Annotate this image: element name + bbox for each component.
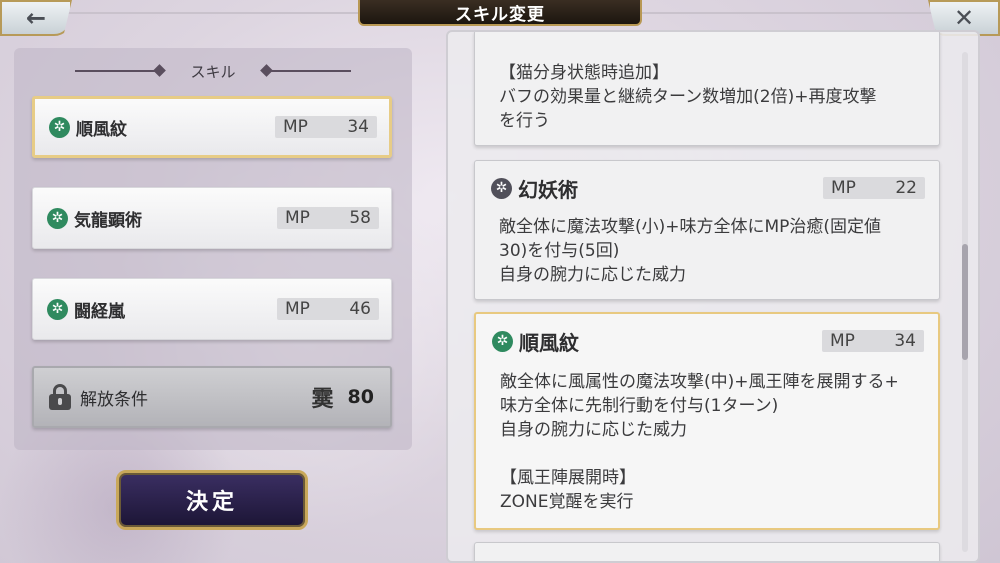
unlock-requirement-value: 80	[347, 386, 374, 408]
skill-detail-header: ✲ 幻妖術 MP 22	[491, 175, 925, 202]
locked-skill-slot[interactable]: 解放条件 霙 80	[32, 366, 392, 428]
skill-item-tokeiran[interactable]: ✲ 闘経嵐 MP 46	[32, 278, 392, 340]
crystal-icon: 霙	[311, 387, 334, 412]
skill-detail-header: ✲ 順風紋 MP 34	[492, 328, 924, 355]
scrollbar-thumb[interactable]	[962, 244, 968, 360]
desc-line: バフの効果量と継続ターン数増加(2倍)+再度攻撃	[499, 87, 877, 107]
skill-item-junpumon[interactable]: ✲ 順風紋 MP 34	[32, 96, 392, 158]
skill-item-kiryukenjutsu[interactable]: ✲ 気龍顕術 MP 58	[32, 187, 392, 249]
desc-line	[500, 442, 924, 466]
mp-label: MP	[831, 178, 856, 198]
mp-cost: MP 58	[277, 207, 379, 229]
header-ornament-left	[75, 70, 161, 72]
wind-skill-icon: ✲	[49, 116, 70, 138]
skill-description: 【猫分身状態時追加】 バフの効果量と継続ターン数増加(2倍)+再度攻撃 を行う	[499, 61, 925, 133]
desc-line: ZONE覚醒を実行	[500, 492, 634, 512]
mp-cost: MP 34	[822, 330, 924, 352]
skill-detail-card: 【猫分身状態時追加】 バフの効果量と継続ターン数増加(2倍)+再度攻撃 を行う	[474, 32, 940, 146]
mp-label: MP	[285, 299, 310, 319]
skill-description: 敵全体に風属性の魔法攻撃(中)+風王陣を展開する+ 味方全体に先制行動を付与(1…	[500, 370, 924, 514]
desc-line: 自身の腕力に応じた威力	[500, 420, 687, 440]
wind-skill-icon: ✲	[492, 330, 513, 352]
skill-name: 闘経嵐	[74, 301, 125, 322]
header-ornament-right	[265, 70, 351, 72]
mp-cost: MP 22	[823, 177, 925, 199]
desc-line: を行う	[499, 111, 550, 131]
skill-description: 敵全体に魔法攻撃(小)+味方全体にMP治癒(固定値 30)を付与(5回) 自身の…	[499, 215, 925, 287]
mp-label: MP	[285, 208, 310, 228]
neutral-skill-icon: ✲	[491, 177, 512, 199]
back-arrow-icon: ←	[25, 4, 47, 32]
mp-label: MP	[830, 331, 855, 351]
desc-line: 30)を付与(5回)	[499, 241, 620, 261]
mp-value: 46	[349, 299, 371, 319]
unlock-condition-label: 解放条件	[80, 389, 148, 410]
skill-detail-card-selected: ✲ 順風紋 MP 34 敵全体に風属性の魔法攻撃(中)+風王陣を展開する+ 味方…	[474, 312, 940, 530]
skill-list-header: スキル	[14, 58, 412, 84]
mp-cost: MP 46	[277, 298, 379, 320]
mp-value: 22	[895, 178, 917, 198]
wind-skill-icon: ✲	[47, 207, 68, 229]
page-title: スキル変更	[358, 0, 642, 26]
desc-line: 敵全体に風属性の魔法攻撃(中)+風王陣を展開する+	[500, 372, 899, 392]
mp-label: MP	[283, 117, 308, 137]
desc-line: 【猫分身状態時追加】	[499, 63, 669, 83]
lock-icon	[48, 384, 72, 410]
skill-list-title: スキル	[190, 62, 236, 81]
mp-value: 34	[347, 117, 369, 137]
desc-line: 自身の腕力に応じた威力	[499, 265, 686, 285]
back-button[interactable]: ←	[0, 0, 72, 36]
skill-detail-card: ✲ 幻妖術 MP 22 敵全体に魔法攻撃(小)+味方全体にMP治癒(固定値 30…	[474, 160, 940, 300]
skill-detail-card	[474, 542, 940, 561]
skill-name: 順風紋	[76, 119, 127, 140]
mp-value: 58	[349, 208, 371, 228]
wind-skill-icon: ✲	[47, 298, 68, 320]
skill-name: 気龍顕術	[74, 210, 142, 231]
skill-name: 順風紋	[519, 330, 579, 355]
desc-line: 【風王陣展開時】	[500, 468, 636, 488]
desc-line: 敵全体に魔法攻撃(小)+味方全体にMP治癒(固定値	[499, 217, 882, 237]
desc-line: 味方全体に先制行動を付与(1ターン)	[500, 396, 779, 416]
confirm-button[interactable]: 決定	[116, 470, 308, 530]
skill-name: 幻妖術	[518, 177, 578, 202]
mp-cost: MP 34	[275, 116, 377, 138]
close-icon: ✕	[953, 4, 975, 32]
skill-list-panel: スキル ✲ 順風紋 MP 34 ✲ 気龍顕術 MP 58 ✲ 闘経嵐 MP 46…	[14, 48, 412, 450]
mp-value: 34	[894, 331, 916, 351]
skill-detail-panel[interactable]: 【猫分身状態時追加】 バフの効果量と継続ターン数増加(2倍)+再度攻撃 を行う …	[446, 30, 980, 563]
